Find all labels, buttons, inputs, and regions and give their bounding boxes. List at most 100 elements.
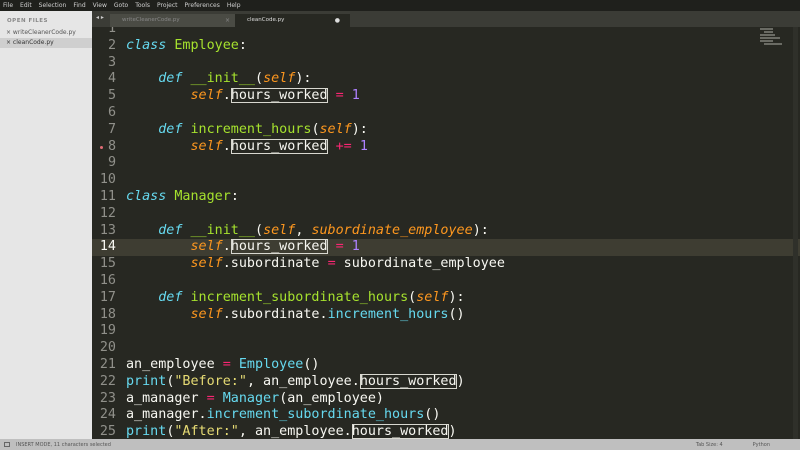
panel-toggle-icon[interactable] — [4, 442, 10, 447]
code-line[interactable]: 6 — [92, 105, 800, 122]
code-token: self — [263, 222, 296, 238]
code-line[interactable]: 9 — [92, 155, 800, 172]
code-token: def — [158, 121, 191, 137]
sidebar: OPEN FILES × writeCleanerCode.py × cleanC… — [0, 11, 92, 439]
code-line[interactable]: 11 class Manager: — [92, 189, 800, 206]
code-token: = — [327, 256, 336, 272]
code-line[interactable]: 19 — [92, 323, 800, 340]
menu-find[interactable]: Find — [73, 2, 85, 9]
code-token: .subordinate. — [222, 306, 328, 322]
code-token: Manager — [174, 188, 231, 204]
code-line[interactable]: 23 a_manager = Manager(an_employee) — [92, 391, 800, 408]
menu-file[interactable]: File — [3, 2, 13, 9]
menu-goto[interactable]: Goto — [114, 2, 128, 9]
line-number: 18 — [99, 306, 116, 322]
syntax[interactable]: Python — [753, 442, 770, 448]
code-line[interactable]: 1 — [92, 27, 800, 38]
code-line[interactable]: 14 self.hours_worked = 1 — [92, 239, 800, 257]
line-text: print("Before:", an_employee.hours_worke… — [126, 373, 465, 391]
code-token: ) — [456, 373, 465, 389]
code-line[interactable]: 15 self.subordinate = subordinate_employ… — [92, 256, 800, 273]
code-token: increment_hours — [190, 121, 312, 137]
code-line[interactable]: 24 a_manager.increment_subordinate_hours(… — [92, 407, 800, 424]
tab-writecleanercode[interactable]: writeCleanerCode.py × — [110, 14, 240, 27]
line-number: 20 — [99, 340, 116, 356]
code-line[interactable]: 5 self.hours_worked = 1 — [92, 88, 800, 105]
menu-tools[interactable]: Tools — [135, 2, 150, 9]
code-token: Manager — [222, 390, 280, 406]
code-token: print — [126, 424, 167, 439]
code-token: increment_hours — [327, 306, 449, 322]
code-token: self — [263, 71, 296, 87]
code-line[interactable]: 7 def increment_hours(self): — [92, 122, 800, 139]
code-token: . — [222, 138, 231, 154]
gutter-marker-icon — [100, 145, 103, 149]
menu-preferences[interactable]: Preferences — [185, 2, 220, 9]
code-token: 1 — [351, 239, 360, 255]
code-token: . — [222, 88, 231, 104]
line-text: self.subordinate = subordinate_employee — [126, 256, 505, 273]
code-token: = — [206, 390, 215, 406]
code-line[interactable]: 8 self.hours_worked += 1 — [92, 138, 800, 156]
line-number: 14 — [99, 239, 116, 255]
code-line[interactable]: 20 — [92, 340, 800, 357]
code-line[interactable]: 21 an_employee = Employee() — [92, 357, 800, 374]
code-line[interactable]: 18 self.subordinate.increment_hours() — [92, 307, 800, 324]
code-line[interactable]: 25 print("After:", an_employee.hours_work… — [92, 424, 800, 439]
code-token: (an_employee) — [279, 390, 384, 406]
status-bar: INSERT MODE, 11 characters selected Tab … — [0, 439, 800, 450]
code-line[interactable]: 12 — [92, 206, 800, 223]
tab-size[interactable]: Tab Size: 4 — [696, 442, 723, 448]
menu-selection[interactable]: Selection — [39, 2, 67, 9]
minimap[interactable] — [760, 28, 782, 52]
tab-nav-arrows-icon[interactable]: ◂ ▸ — [96, 14, 104, 21]
line-number: 11 — [99, 188, 116, 204]
sidebar-file[interactable]: × cleanCode.py — [0, 38, 92, 48]
code-token: : — [238, 37, 247, 53]
code-token: self — [190, 239, 223, 255]
line-text: def __init__(self, subordinate_employee)… — [126, 223, 489, 240]
code-token: () — [448, 306, 465, 322]
menu-project[interactable]: Project — [157, 2, 178, 9]
code-token: Employee — [238, 356, 304, 372]
sidebar-file[interactable]: × writeCleanerCode.py — [0, 28, 92, 38]
code-line[interactable]: 22 print("Before:", an_employee.hours_wor… — [92, 373, 800, 391]
code-editor[interactable]: 1 2 class Employee: 3 4 def __init__(self): 5… — [92, 27, 800, 439]
code-token: "After:" — [174, 424, 239, 439]
code-line[interactable]: 2 class Employee: — [92, 38, 800, 55]
menu-view[interactable]: View — [93, 2, 107, 9]
scrollbar[interactable] — [793, 27, 798, 439]
code-line[interactable]: 4 def __init__(self): — [92, 71, 800, 88]
code-line[interactable]: 10 — [92, 172, 800, 189]
code-token: hours_worked — [359, 373, 457, 389]
line-text: a_manager.increment_subordinate_hours() — [126, 407, 440, 424]
code-line[interactable]: 13 def __init__(self, subordinate_employ… — [92, 223, 800, 240]
menu-edit[interactable]: Edit — [20, 2, 32, 9]
code-line[interactable]: 3 — [92, 55, 800, 72]
close-icon[interactable]: × — [225, 14, 230, 27]
tab-cleancode[interactable]: cleanCode.py ● — [235, 14, 350, 27]
line-number: 9 — [107, 155, 116, 171]
code-token: an_employee — [126, 356, 223, 372]
line-number: 19 — [99, 323, 116, 339]
menu-help[interactable]: Help — [227, 2, 241, 9]
dirty-dot-icon[interactable]: ● — [335, 14, 340, 27]
line-text: def increment_hours(self): — [126, 122, 368, 139]
line-number: 13 — [99, 222, 116, 238]
line-number: 21 — [99, 356, 116, 372]
code-token: self — [190, 138, 223, 154]
code-token: a_manager — [126, 390, 207, 406]
code-line[interactable]: 16 — [92, 273, 800, 290]
code-token: , — [295, 222, 312, 238]
code-line[interactable]: 17 def increment_subordinate_hours(self)… — [92, 290, 800, 307]
